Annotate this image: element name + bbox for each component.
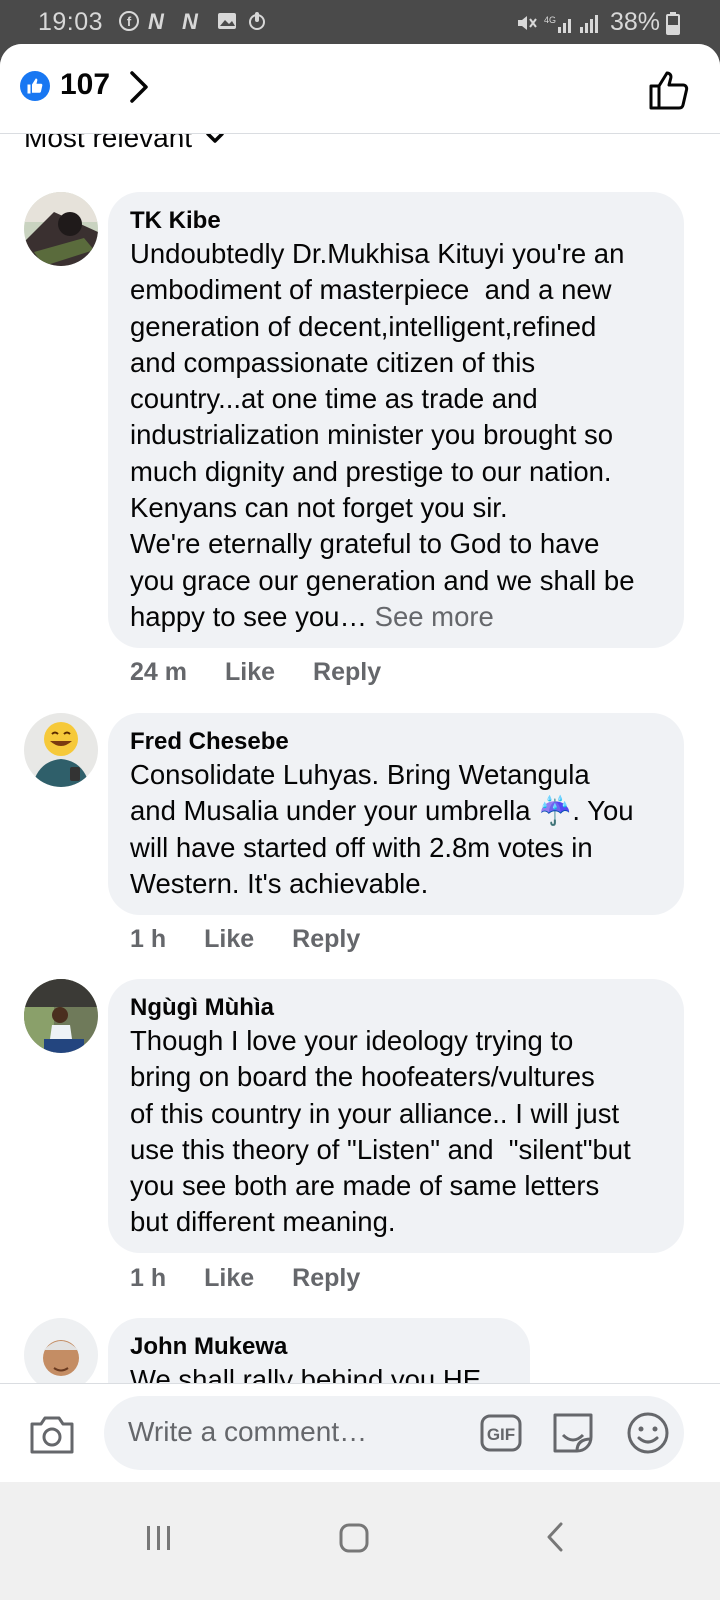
comment-author[interactable]: TK Kibe <box>130 206 662 236</box>
comment-text: Consolidate Luhyas. Bring Wetangula and … <box>130 759 634 899</box>
reactions-header[interactable]: 107 <box>0 44 720 134</box>
comment-actions: 1 h Like Reply <box>130 925 360 954</box>
system-nav-bar <box>0 1482 720 1600</box>
chevron-right-icon[interactable] <box>128 70 152 104</box>
reply-button[interactable]: Reply <box>313 658 381 687</box>
comment-timestamp[interactable]: 1 h <box>130 1264 166 1293</box>
system-indicators: 4G 38% <box>514 8 680 37</box>
status-time: 19:03 <box>38 8 104 36</box>
svg-text:4G: 4G <box>544 15 556 25</box>
whatsapp-notification-icon: f <box>119 11 139 31</box>
back-icon[interactable] <box>545 1521 565 1553</box>
gallery-notification-icon <box>218 13 236 29</box>
see-more-link[interactable]: See more <box>375 601 494 632</box>
svg-text:N: N <box>182 10 199 32</box>
comment-bubble[interactable]: Fred Chesebe Consolidate Luhyas. Bring W… <box>108 713 684 915</box>
battery-percent: 38% <box>609 8 660 36</box>
comment-timestamp[interactable]: 24 m <box>130 658 187 687</box>
comment-body: Undoubtedly Dr.Mukhisa Kituyi you're an … <box>130 238 635 632</box>
comment-author[interactable]: Fred Chesebe <box>130 727 662 757</box>
emoji-icon[interactable] <box>626 1411 670 1455</box>
sticker-icon[interactable] <box>551 1411 595 1455</box>
avatar[interactable] <box>24 192 98 266</box>
like-reaction-icon <box>20 71 50 101</box>
avatar[interactable] <box>24 1318 98 1392</box>
gif-label: GIF <box>487 1425 515 1444</box>
comment-composer: Write a comment… GIF <box>0 1383 720 1482</box>
reply-button[interactable]: Reply <box>292 1264 360 1293</box>
avatar[interactable] <box>24 979 98 1053</box>
notification-icons: f N N <box>118 10 268 32</box>
comment-text: Undoubtedly Dr.Mukhisa Kituyi you're an … <box>130 236 662 635</box>
comment-text: Though I love your ideology trying to br… <box>130 1025 631 1238</box>
mute-icon <box>517 15 537 30</box>
comment-timestamp[interactable]: 1 h <box>130 925 166 954</box>
comment-input-placeholder: Write a comment… <box>128 1416 368 1447</box>
camera-icon[interactable] <box>28 1412 76 1456</box>
comment-author[interactable]: John Mukewa <box>130 1332 508 1362</box>
battery-icon <box>666 11 680 35</box>
comment-bubble[interactable]: Ngùgì Mùhìa Though I love your ideology … <box>108 979 684 1253</box>
home-icon[interactable] <box>339 1523 369 1553</box>
comment-author[interactable]: Ngùgì Mùhìa <box>130 993 662 1023</box>
comment-bubble[interactable]: TK Kibe Undoubtedly Dr.Mukhisa Kituyi yo… <box>108 192 684 648</box>
news-notification-icon-2: N <box>182 10 199 32</box>
like-post-icon[interactable] <box>648 68 692 112</box>
reaction-count: 107 <box>60 68 111 101</box>
comments-sheet: 107 Most relevant TK Kibe Undoubtedly Dr… <box>0 44 720 1510</box>
svg-text:f: f <box>127 14 132 29</box>
signal-icon: 4G <box>544 14 598 33</box>
comment-actions: 24 m Like Reply <box>130 658 381 687</box>
gif-icon[interactable]: GIF <box>480 1413 522 1453</box>
comment-input[interactable]: Write a comment… GIF <box>104 1396 684 1470</box>
svg-text:N: N <box>148 10 165 32</box>
like-button[interactable]: Like <box>204 1264 254 1293</box>
like-button[interactable]: Like <box>225 658 275 687</box>
status-bar: 19:03 f N N 4G 38% <box>0 0 720 44</box>
avatar[interactable] <box>24 713 98 787</box>
reply-button[interactable]: Reply <box>292 925 360 954</box>
touch-notification-icon <box>249 12 265 30</box>
news-notification-icon: N <box>148 10 165 32</box>
like-button[interactable]: Like <box>204 925 254 954</box>
recent-apps-icon[interactable] <box>145 1524 173 1552</box>
comment-actions: 1 h Like Reply <box>130 1264 360 1293</box>
